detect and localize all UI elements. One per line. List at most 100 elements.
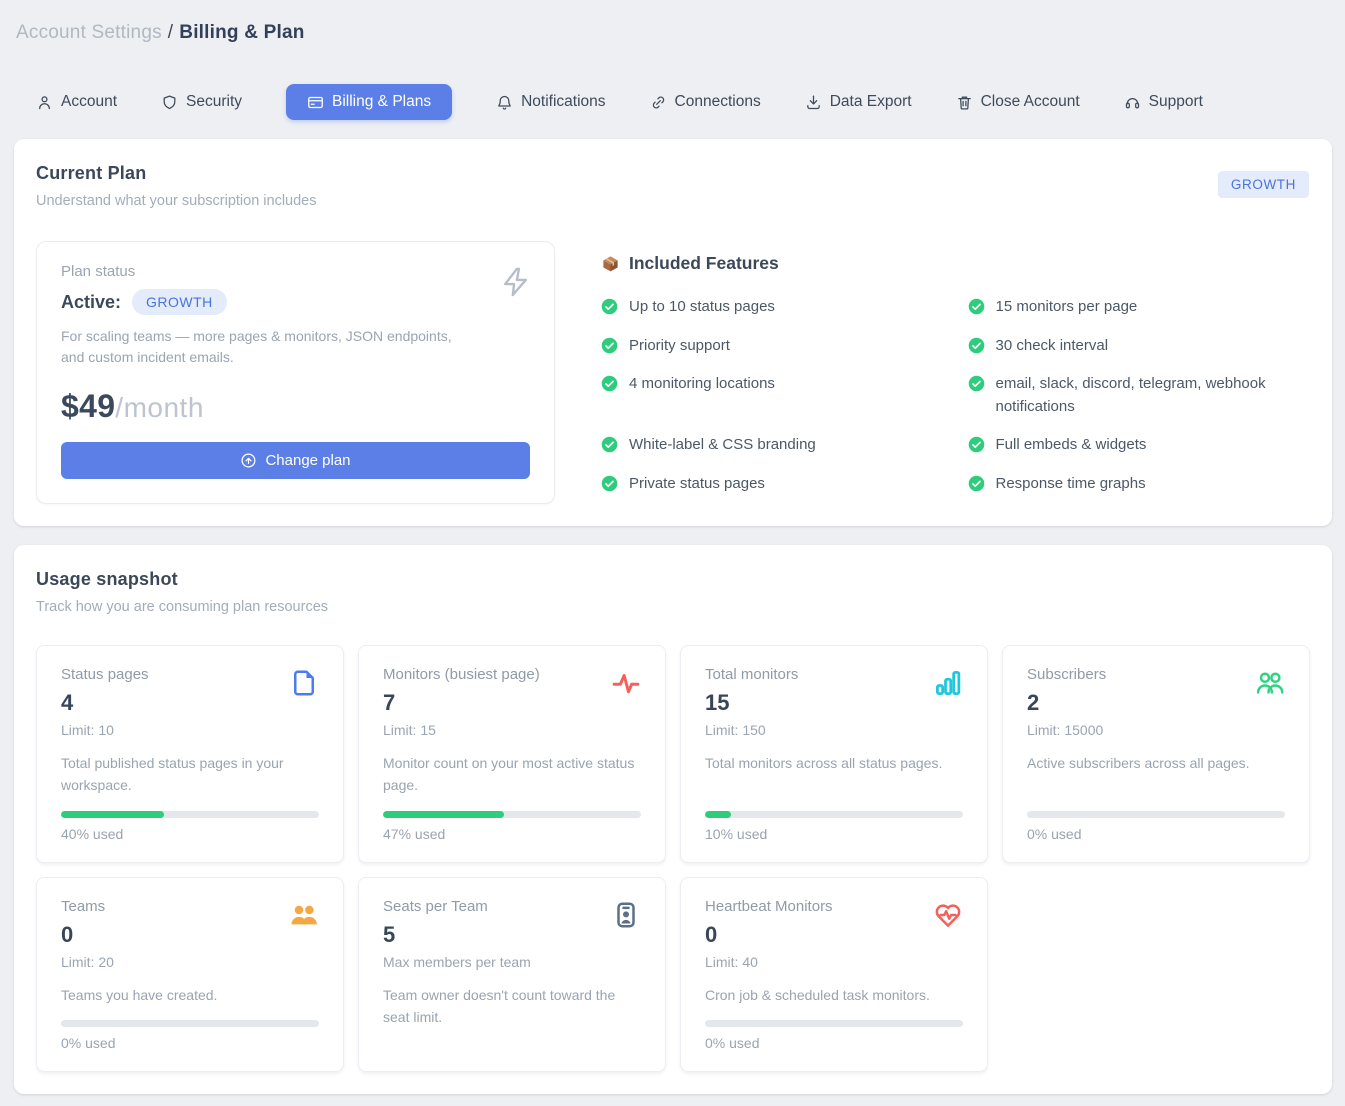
progress-track: [61, 811, 319, 818]
tab-security[interactable]: Security: [161, 84, 242, 120]
breadcrumb-section[interactable]: Account Settings: [16, 22, 162, 43]
feature-label: Response time graphs: [996, 473, 1146, 496]
feature-label: White-label & CSS branding: [629, 434, 816, 457]
check-circle-icon: [968, 337, 985, 354]
plan-description: For scaling teams — more pages & monitor…: [61, 326, 471, 368]
users-outline-icon: [1255, 668, 1285, 698]
feature-item: White-label & CSS branding: [601, 434, 944, 457]
bell-icon: [496, 94, 513, 111]
usage-progress: 40% used: [61, 799, 319, 842]
tab-billing-plans[interactable]: Billing & Plans: [286, 84, 452, 120]
tab-data-export[interactable]: Data Export: [805, 84, 912, 120]
features-grid: Up to 10 status pages 15 monitors per pag…: [601, 296, 1310, 495]
tab-support[interactable]: Support: [1124, 84, 1203, 120]
tab-bar: Account Security Billing & Plans Notificati…: [36, 84, 1332, 120]
progress-track: [1027, 811, 1285, 818]
usage-card-description: Team owner doesn't count toward the seat…: [383, 985, 641, 1028]
feature-item: Priority support: [601, 335, 944, 358]
usage-card-description: Total published status pages in your wor…: [61, 753, 319, 796]
feature-item: Full embeds & widgets: [968, 434, 1311, 457]
zap-icon: [499, 264, 532, 305]
tab-label: Connections: [675, 93, 761, 111]
features-heading: Included Features: [629, 253, 779, 274]
feature-item: 30 check interval: [968, 335, 1311, 358]
link-icon: [650, 94, 667, 111]
usage-card-value: 2: [1027, 690, 1106, 716]
price-amount: $49: [61, 388, 115, 425]
usage-card-title: Subscribers: [1027, 666, 1106, 683]
usage-progress: 0% used: [1027, 799, 1285, 842]
plan-price: $49 /month: [61, 388, 530, 425]
usage-card-value: 4: [61, 690, 149, 716]
billing-page: Account Settings/Billing & Plan Account S…: [0, 0, 1345, 1106]
id-badge-icon: [611, 900, 641, 930]
progress-track: [705, 811, 963, 818]
usage-card-heartbeat-monitors: Heartbeat Monitors0Limit: 40Cron job & s…: [680, 877, 988, 1072]
tab-connections[interactable]: Connections: [650, 84, 761, 120]
usage-card-value: 0: [61, 922, 114, 948]
activity-icon: [611, 668, 641, 698]
breadcrumb: Account Settings/Billing & Plan: [16, 22, 1332, 44]
tab-label: Security: [186, 93, 242, 111]
feature-label: 30 check interval: [996, 335, 1109, 358]
usage-card-monitors-busiest-page: Monitors (busiest page)7Limit: 15Monitor…: [358, 645, 666, 863]
tab-label: Account: [61, 93, 117, 111]
usage-percent-label: 40% used: [61, 826, 319, 842]
change-plan-label: Change plan: [265, 452, 350, 469]
current-plan-title: Current Plan: [36, 163, 316, 184]
tab-label: Billing & Plans: [332, 93, 431, 111]
usage-card-limit: Limit: 20: [61, 954, 114, 970]
usage-card-limit: Limit: 15000: [1027, 722, 1106, 738]
users-filled-icon: [289, 900, 319, 930]
usage-card-status-pages: Status pages 4 Limit: 10 Total published st…: [36, 645, 344, 863]
check-circle-icon: [968, 436, 985, 453]
tab-close-account[interactable]: Close Account: [956, 84, 1080, 120]
usage-progress: 47% used: [383, 799, 641, 842]
usage-card-limit: Limit: 150: [705, 722, 798, 738]
usage-percent-label: 0% used: [705, 1035, 963, 1051]
feature-item: Private status pages: [601, 473, 944, 496]
usage-card-title: Total monitors: [705, 666, 798, 683]
feature-label: email, slack, discord, telegram, webhook…: [996, 373, 1301, 418]
check-circle-icon: [968, 475, 985, 492]
usage-grid: Status pages 4 Limit: 10 Total published st…: [36, 645, 1310, 1072]
usage-card-limit: Limit: 15: [383, 722, 540, 738]
package-icon: [601, 254, 620, 273]
usage-card-total-monitors: Total monitors15Limit: 150Total monitors…: [680, 645, 988, 863]
feature-item: 4 monitoring locations: [601, 373, 944, 418]
progress-track: [383, 811, 641, 818]
change-plan-button[interactable]: Change plan: [61, 442, 530, 479]
credit-card-icon: [307, 94, 324, 111]
tab-account[interactable]: Account: [36, 84, 117, 120]
progress-fill: [383, 811, 504, 818]
tab-notifications[interactable]: Notifications: [496, 84, 605, 120]
usage-card-title: Status pages: [61, 666, 149, 683]
plan-status-card: Plan status Active: GROWTH For scaling t…: [36, 241, 555, 504]
breadcrumb-current: Billing & Plan: [179, 22, 304, 43]
price-period: /month: [115, 392, 204, 424]
check-circle-icon: [601, 375, 618, 392]
usage-card-value: 5: [383, 922, 531, 948]
check-circle-icon: [601, 337, 618, 354]
heart-pulse-icon: [933, 900, 963, 930]
usage-card-description: Total monitors across all status pages.: [705, 753, 963, 775]
usage-card-title: Seats per Team: [383, 898, 531, 915]
tab-label: Close Account: [981, 93, 1080, 111]
feature-item: 15 monitors per page: [968, 296, 1311, 319]
plan-tier-badge: GROWTH: [1218, 171, 1309, 198]
feature-label: Priority support: [629, 335, 730, 358]
usage-card-title: Heartbeat Monitors: [705, 898, 833, 915]
usage-subtitle: Track how you are consuming plan resourc…: [36, 599, 1310, 615]
feature-label: Up to 10 status pages: [629, 296, 775, 319]
tab-label: Support: [1149, 93, 1203, 111]
plan-badge: GROWTH: [132, 289, 227, 315]
progress-track: [705, 1020, 963, 1027]
progress-fill: [705, 811, 731, 818]
usage-card-limit: Limit: 10: [61, 722, 149, 738]
check-circle-icon: [968, 375, 985, 392]
usage-card-description: Monitor count on your most active status…: [383, 753, 641, 796]
feature-item: Response time graphs: [968, 473, 1311, 496]
included-features: Included Features Up to 10 status pages 1…: [601, 241, 1310, 495]
tab-label: Notifications: [521, 93, 605, 111]
current-plan-panel: Current Plan Understand what your subscr…: [14, 139, 1332, 526]
